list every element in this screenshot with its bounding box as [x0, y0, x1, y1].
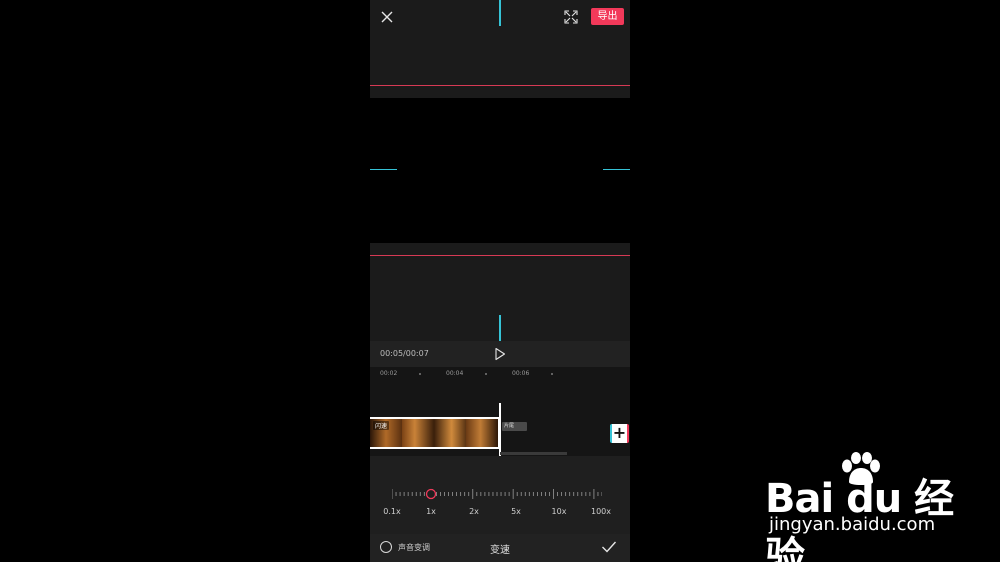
- watermark-url: jingyan.baidu.com: [769, 514, 936, 535]
- pitch-toggle[interactable]: [380, 541, 392, 553]
- clip-thumbnail: [466, 419, 498, 447]
- speed-label: 10x: [551, 507, 567, 516]
- tick-dot: [551, 373, 553, 375]
- close-icon[interactable]: [379, 9, 395, 25]
- export-button[interactable]: 导出: [591, 8, 624, 25]
- play-icon[interactable]: [494, 347, 506, 361]
- safe-area-line-bottom: [370, 255, 630, 256]
- editor-screen: 导出 00:05/00:07 00:02 00:04 00:06 闪速 片尾 +…: [370, 0, 630, 562]
- slider-knob[interactable]: [425, 488, 437, 500]
- speed-label: 100x: [590, 507, 612, 516]
- tick-dot: [419, 373, 421, 375]
- speed-label: 1x: [426, 507, 436, 516]
- fullscreen-icon[interactable]: [564, 10, 578, 24]
- tick-dot: [485, 373, 487, 375]
- watermark: Bai du 经验 jingyan.baidu.com: [765, 452, 985, 562]
- timeline[interactable]: 00:02 00:04 00:06 闪速 片尾 +: [370, 367, 630, 456]
- timeline-scrollbar[interactable]: [500, 452, 567, 455]
- checkmark-icon[interactable]: [601, 540, 617, 554]
- clip-thumbnail: [434, 419, 466, 447]
- speed-label: 5x: [511, 507, 521, 516]
- panel-title: 变速: [490, 545, 510, 556]
- playhead[interactable]: [499, 403, 501, 456]
- speed-label: 2x: [469, 507, 479, 516]
- center-guide-left: [370, 169, 397, 170]
- speed-label: 0.1x: [383, 507, 401, 516]
- video-preview: [370, 0, 630, 341]
- center-guide-bottom: [499, 315, 501, 341]
- playback-bar: 00:05/00:07: [370, 341, 630, 367]
- tick-label: 00:04: [446, 370, 464, 377]
- clip-thumbnail: [402, 419, 434, 447]
- video-frame[interactable]: [370, 98, 630, 243]
- timecode: 00:05/00:07: [380, 349, 429, 358]
- speed-slider[interactable]: [392, 486, 602, 502]
- bottom-bar: 声音变调 变速: [370, 534, 630, 562]
- top-bar: 导出: [370, 0, 630, 34]
- speed-panel: 0.1x 1x 2x 5x 10x 100x: [370, 456, 630, 534]
- tick-label: 00:02: [380, 370, 398, 377]
- center-guide-right: [603, 169, 630, 170]
- tick-label: 00:06: [512, 370, 530, 377]
- safe-area-line-top: [370, 85, 630, 86]
- add-clip-button[interactable]: +: [610, 424, 629, 443]
- clip-speed-badge: 闪速: [373, 421, 390, 430]
- ending-tag[interactable]: 片尾: [502, 422, 527, 431]
- pitch-label: 声音变调: [398, 543, 430, 552]
- video-clip[interactable]: 闪速: [370, 417, 500, 449]
